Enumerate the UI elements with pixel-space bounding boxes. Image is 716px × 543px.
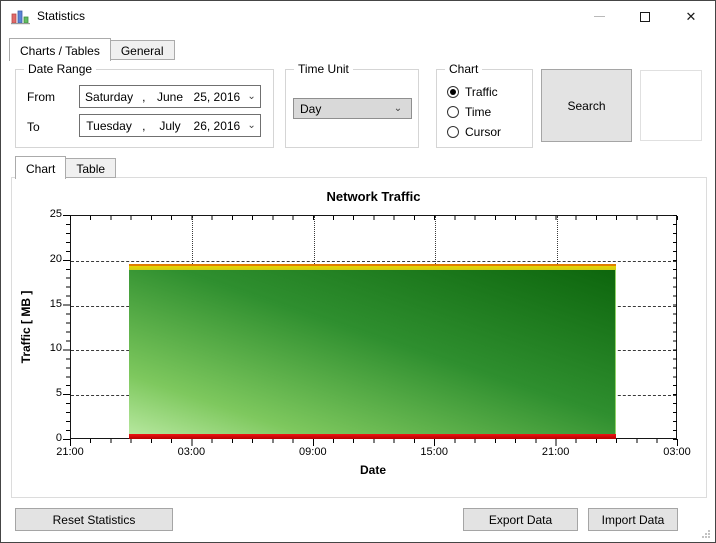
radio-unselected-icon: [447, 106, 459, 118]
view-tab-strip: Chart Table: [15, 155, 117, 179]
chart-title: Network Traffic: [326, 189, 421, 204]
window-title: Statistics: [37, 9, 86, 23]
axis-ticks-bottom-major: [70, 439, 678, 446]
x-axis-title: Date: [359, 463, 386, 477]
time-unit-value: Day: [300, 101, 322, 116]
from-date-picker[interactable]: Saturday , June 25, 2016 ⌄: [79, 85, 261, 108]
y-tick-label: 15: [49, 297, 62, 310]
title-bar: Statistics ✕: [1, 1, 715, 33]
maximize-button[interactable]: [622, 1, 668, 32]
chart-type-group: Chart Traffic Time Cursor: [436, 62, 533, 148]
traffic-area-series: [129, 264, 616, 439]
export-data-button[interactable]: Export Data: [463, 508, 578, 531]
time-unit-legend: Time Unit: [294, 62, 353, 76]
x-tick-label: 03:00: [177, 446, 206, 458]
tab-charts-tables[interactable]: Charts / Tables: [9, 38, 111, 61]
radio-selected-icon: [447, 86, 459, 98]
radio-time[interactable]: Time: [447, 102, 501, 122]
from-day-year: 25, 2016: [193, 89, 241, 104]
y-tick-label: 5: [55, 387, 62, 400]
to-label: To: [27, 120, 40, 134]
close-button[interactable]: ✕: [668, 1, 714, 32]
radio-traffic-label: Traffic: [465, 85, 498, 99]
to-day-year: 26, 2016: [193, 118, 241, 133]
radio-traffic[interactable]: Traffic: [447, 82, 501, 102]
y-tick-label: 25: [49, 208, 62, 220]
axis-ticks-bottom-minor: [70, 439, 678, 443]
minimize-button[interactable]: [576, 1, 622, 32]
app-window: Statistics ✕ Charts / Tables General Dat…: [0, 0, 716, 543]
traffic-fill: [129, 270, 616, 434]
chevron-down-icon: ⌄: [393, 102, 403, 114]
reset-statistics-button[interactable]: Reset Statistics: [15, 508, 173, 531]
to-month: July: [159, 118, 181, 133]
to-weekday: Tuesday: [86, 118, 132, 133]
window-controls: ✕: [576, 1, 714, 33]
chevron-down-icon[interactable]: ⌄: [243, 91, 260, 102]
side-panel: [640, 70, 702, 141]
from-separator: ,: [142, 89, 146, 104]
time-unit-combobox[interactable]: Day ⌄: [293, 98, 412, 119]
x-tick-label: 09:00: [299, 446, 327, 458]
import-data-button[interactable]: Import Data: [588, 508, 678, 531]
y-tick-label: 0: [55, 432, 62, 444]
gridline-h-20: [71, 260, 676, 262]
radio-cursor[interactable]: Cursor: [447, 122, 501, 142]
from-label: From: [27, 90, 55, 104]
x-tick-label: 03:00: [663, 446, 691, 458]
from-weekday: Saturday: [85, 89, 134, 104]
x-tick-label: 21:00: [56, 446, 84, 458]
chart-type-legend: Chart: [445, 62, 483, 76]
main-tab-strip: Charts / Tables General: [9, 37, 175, 61]
y-tick-label: 20: [49, 252, 62, 265]
radio-cursor-label: Cursor: [465, 125, 502, 139]
axis-ticks-left-major: [63, 215, 70, 440]
radio-unselected-icon: [447, 126, 459, 138]
search-button[interactable]: Search: [541, 69, 632, 142]
from-month: June: [156, 89, 184, 104]
y-tick-label: 10: [49, 342, 62, 355]
tab-chart[interactable]: Chart: [15, 156, 67, 179]
to-date-picker[interactable]: Tuesday , July 26, 2016 ⌄: [79, 114, 261, 137]
date-range-legend: Date Range: [24, 62, 97, 76]
tab-general[interactable]: General: [110, 40, 175, 60]
radio-time-label: Time: [465, 105, 492, 119]
x-tick-label: 21:00: [541, 446, 570, 458]
tab-table[interactable]: Table: [66, 158, 117, 178]
to-separator: ,: [142, 118, 146, 133]
lower-band: [129, 434, 616, 439]
chevron-down-icon[interactable]: ⌄: [243, 120, 260, 131]
resize-grip-icon[interactable]: [702, 529, 712, 539]
maximize-icon: [640, 11, 650, 22]
minimize-icon: [593, 16, 605, 17]
close-icon: ✕: [685, 9, 697, 24]
x-tick-label: 15:00: [420, 446, 448, 458]
bar-chart-icon: [11, 10, 30, 25]
chart-tab-page: Network Traffic Traffic [ MB ] 25 20 15 …: [11, 177, 707, 498]
